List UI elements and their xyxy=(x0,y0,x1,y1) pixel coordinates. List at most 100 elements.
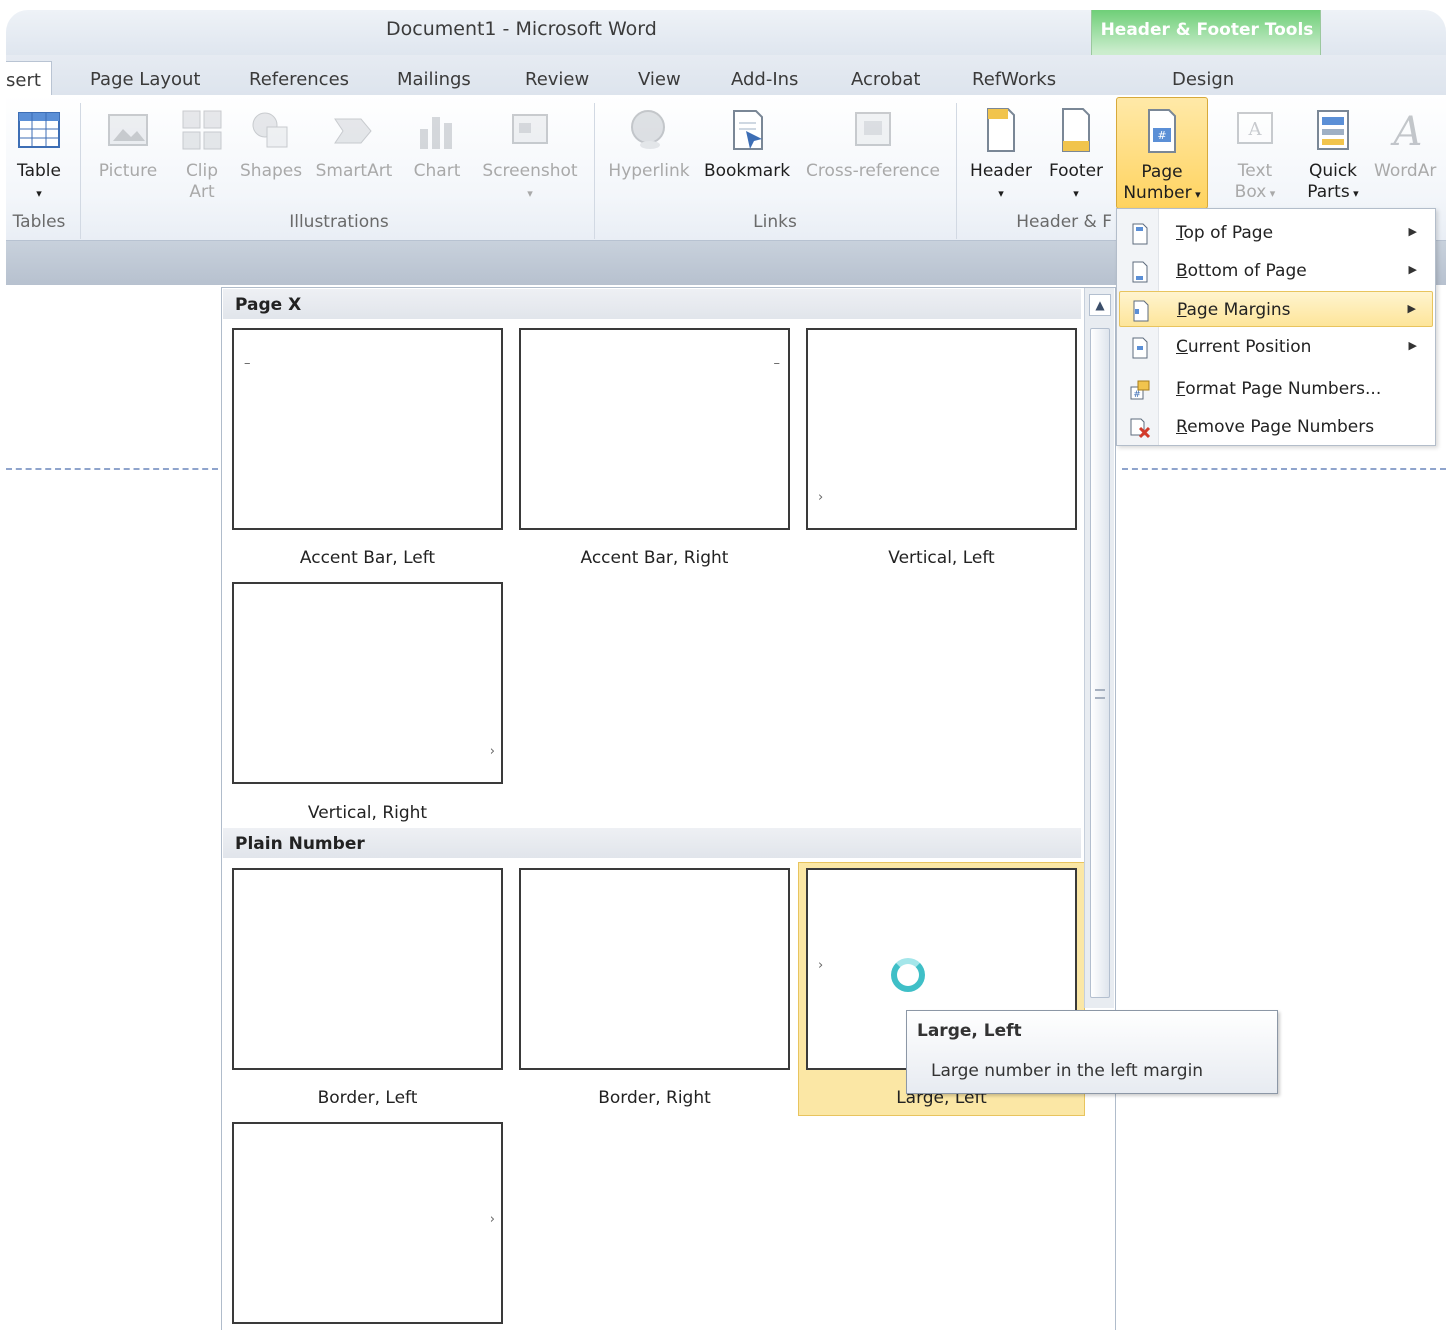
gallery-tooltip: Large, Left Large number in the left mar… xyxy=(906,1010,1278,1094)
tab-view[interactable]: View xyxy=(638,69,681,90)
screenshot-label: Screenshot xyxy=(482,161,578,181)
quick-parts-icon xyxy=(1317,110,1349,150)
menu-item-label: Current Position xyxy=(1176,337,1312,357)
tab-mailings[interactable]: Mailings xyxy=(397,69,471,90)
ribbon-tabs: sert Page Layout References Mailings Rev… xyxy=(6,55,1446,97)
picture-icon xyxy=(108,114,148,146)
wordart-icon: A xyxy=(1390,109,1423,155)
gallery-item-label: Accent Bar, Left xyxy=(299,548,436,568)
gallery-item-label: Vertical, Right xyxy=(307,803,428,823)
table-icon xyxy=(18,112,60,148)
section-header-page-x: Page X xyxy=(223,289,1081,319)
header-button[interactable]: Header ▾ xyxy=(964,97,1038,209)
text-box-label-line2: Box xyxy=(1234,182,1267,202)
gallery-item-next[interactable]: › xyxy=(232,1122,503,1324)
menu-item-label: Format Page Numbers... xyxy=(1176,379,1382,399)
gallery-item-accent-bar-right[interactable]: – xyxy=(519,328,790,530)
page-number-button[interactable]: # Page Number ▾ xyxy=(1116,97,1208,209)
header-boundary-line xyxy=(1122,468,1446,470)
clip-art-button[interactable]: Clip Art xyxy=(176,97,228,209)
group-separator xyxy=(956,103,957,239)
hyperlink-button[interactable]: Hyperlink xyxy=(602,97,696,209)
cross-reference-label: Cross-reference xyxy=(806,161,940,181)
hyperlink-label: Hyperlink xyxy=(608,161,690,181)
gallery-item-accent-bar-left[interactable]: – xyxy=(232,328,503,530)
header-footer-group-label: Header & F xyxy=(1016,212,1112,232)
menu-item-bottom-of-page[interactable]: Bottom of Page ▶ xyxy=(1119,253,1433,289)
page-number-marker: – xyxy=(773,356,781,371)
picture-button[interactable]: Picture xyxy=(92,97,164,209)
footer-icon xyxy=(1062,108,1090,152)
gallery-item-border-left[interactable] xyxy=(232,868,503,1070)
chart-label: Chart xyxy=(413,161,461,181)
clip-art-label: Clip Art xyxy=(185,161,219,202)
tables-group-label: Tables xyxy=(12,212,66,232)
gallery-item-vertical-left[interactable]: › xyxy=(806,328,1077,530)
gallery-item-border-right[interactable] xyxy=(519,868,790,1070)
bookmark-label: Bookmark xyxy=(703,161,791,181)
svg-text:A: A xyxy=(1390,109,1423,155)
submenu-arrow-icon: ▶ xyxy=(1408,263,1417,276)
tab-acrobat[interactable]: Acrobat xyxy=(851,69,920,90)
bookmark-icon xyxy=(733,110,763,150)
cross-reference-button[interactable]: Cross-reference xyxy=(800,97,946,209)
menu-item-label: Bottom of Page xyxy=(1176,261,1307,281)
group-separator xyxy=(594,103,595,239)
tab-design[interactable]: Design xyxy=(1172,69,1234,90)
menu-item-page-margins[interactable]: Page Margins ▶ xyxy=(1119,291,1433,327)
smartart-label: SmartArt xyxy=(315,161,393,181)
tab-page-layout[interactable]: Page Layout xyxy=(90,69,201,90)
page-number-marker: › xyxy=(818,958,824,973)
group-separator xyxy=(80,103,81,239)
remove-page-numbers-icon xyxy=(1130,418,1151,439)
cross-reference-icon xyxy=(855,112,891,146)
bookmark-button[interactable]: Bookmark xyxy=(700,97,794,209)
submenu-arrow-icon: ▶ xyxy=(1407,302,1416,315)
gallery-scrollbar[interactable]: ▲ xyxy=(1084,288,1114,1008)
page-margins-gallery: Page X – Accent Bar, Left – Accent Bar, … xyxy=(221,287,1116,1330)
footer-button[interactable]: Footer ▾ xyxy=(1040,97,1112,209)
menu-item-current-position[interactable]: Current Position ▶ xyxy=(1119,329,1433,365)
shapes-button[interactable]: Shapes xyxy=(240,97,302,209)
current-position-icon xyxy=(1132,337,1148,359)
wordart-button[interactable]: A WordAr xyxy=(1374,97,1446,209)
menu-item-label: Top of Page xyxy=(1176,223,1274,243)
scroll-thumb[interactable] xyxy=(1090,328,1110,998)
globe-icon xyxy=(631,110,665,149)
tab-review[interactable]: Review xyxy=(525,69,589,90)
page-number-marker: › xyxy=(489,1212,495,1227)
tab-references[interactable]: References xyxy=(249,69,349,90)
menu-item-label: Page Margins xyxy=(1177,300,1291,320)
submenu-arrow-icon: ▶ xyxy=(1408,339,1417,352)
gallery-item-label: Border, Left xyxy=(317,1088,418,1108)
svg-text:#: # xyxy=(1133,390,1141,400)
screenshot-button[interactable]: Screenshot ▾ xyxy=(476,97,584,209)
menu-item-format-page-numbers[interactable]: # Format Page Numbers... xyxy=(1119,371,1433,407)
chart-button[interactable]: Chart xyxy=(406,97,468,209)
menu-item-top-of-page[interactable]: Top of Page ▶ xyxy=(1119,215,1433,251)
header-icon xyxy=(987,108,1015,152)
shapes-icon xyxy=(252,112,288,148)
tab-add-ins[interactable]: Add-Ins xyxy=(731,69,798,90)
links-group-label: Links xyxy=(753,212,797,232)
scroll-up-button[interactable]: ▲ xyxy=(1089,294,1111,316)
svg-text:#: # xyxy=(1157,129,1166,142)
illustrations-group-label: Illustrations xyxy=(289,212,389,232)
menu-item-label: Remove Page Numbers xyxy=(1176,417,1375,437)
word-window: Document1 - Microsoft Word Header & Foot… xyxy=(6,10,1446,1330)
quick-parts-button[interactable]: Quick Parts ▾ xyxy=(1296,97,1370,209)
text-box-button[interactable]: A Text Box ▾ xyxy=(1222,97,1288,209)
table-button[interactable]: Table ▾ xyxy=(8,97,70,209)
page-number-marker: › xyxy=(489,744,495,759)
picture-label: Picture xyxy=(98,161,158,181)
contextual-tab-group-label: Header & Footer Tools xyxy=(1100,20,1314,40)
page-margins-icon xyxy=(1133,300,1149,322)
menu-item-remove-page-numbers[interactable]: Remove Page Numbers xyxy=(1119,409,1433,445)
svg-text:A: A xyxy=(1248,119,1263,140)
gallery-item-vertical-right[interactable]: › xyxy=(232,582,503,784)
smartart-button[interactable]: SmartArt xyxy=(312,97,396,209)
tab-insert[interactable]: sert xyxy=(6,61,52,97)
tab-refworks[interactable]: RefWorks xyxy=(972,69,1056,90)
clip-art-icon xyxy=(182,110,222,150)
smartart-icon xyxy=(334,118,372,144)
